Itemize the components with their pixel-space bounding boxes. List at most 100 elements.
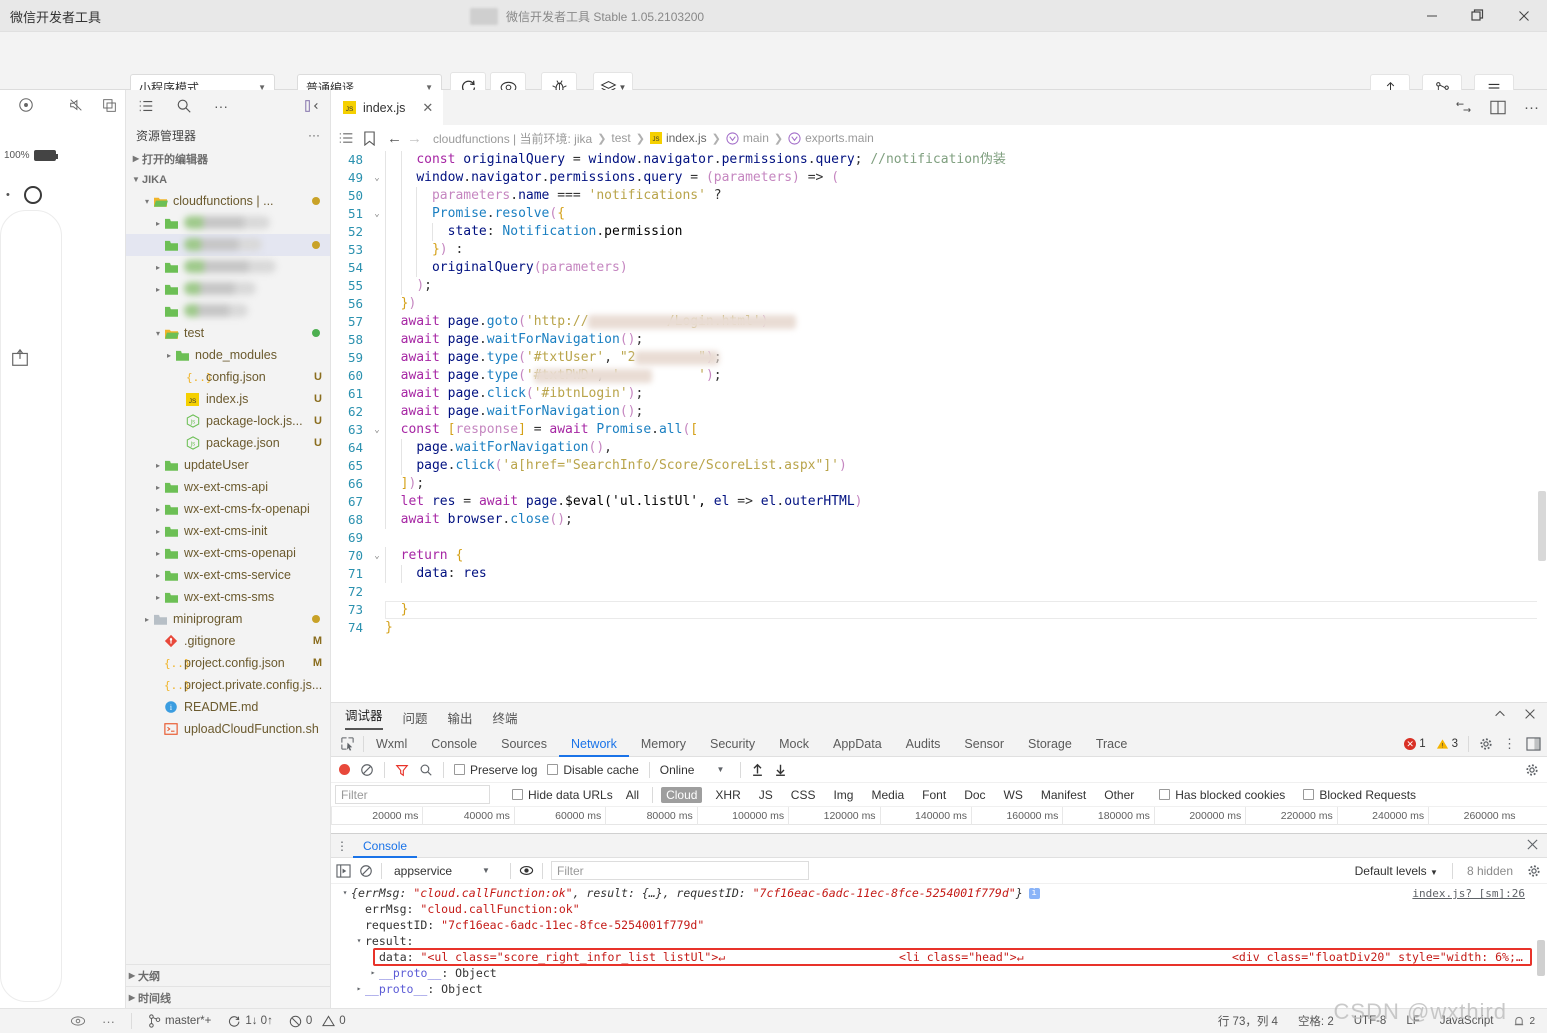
tree-row-readme-md[interactable]: i README.md bbox=[126, 696, 330, 718]
tree-row[interactable] bbox=[126, 300, 330, 322]
section-open-editors[interactable]: ▶ 打开的编辑器 bbox=[126, 148, 330, 169]
close-button[interactable] bbox=[1501, 0, 1547, 32]
console-filter-input[interactable]: Filter bbox=[551, 861, 809, 880]
breadcrumb-item-2[interactable]: JS index.js bbox=[649, 131, 707, 145]
devtools-cn-tab-调试器[interactable]: 调试器 bbox=[345, 705, 383, 730]
devtools-tab-appdata[interactable]: AppData bbox=[821, 731, 894, 757]
status-encoding[interactable]: UTF-8 bbox=[1354, 1015, 1387, 1027]
network-filter-input[interactable]: Filter bbox=[335, 785, 490, 804]
status-eye-icon[interactable] bbox=[70, 1014, 86, 1028]
console-hidden-count[interactable]: 8 hidden bbox=[1467, 864, 1513, 878]
breadcrumb-item-0[interactable]: cloudfunctions | 当前环境: jika bbox=[433, 130, 592, 147]
resource-type-other[interactable]: Other bbox=[1099, 787, 1139, 803]
back-icon[interactable]: ← bbox=[387, 130, 402, 147]
import-har-icon[interactable] bbox=[751, 763, 764, 777]
console-context-select[interactable]: appservice ▼ bbox=[390, 864, 502, 878]
tree-row-uploadcloudfunction-sh[interactable]: uploadCloudFunction.sh bbox=[126, 718, 330, 740]
resource-type-css[interactable]: CSS bbox=[786, 787, 821, 803]
network-settings-gear-icon[interactable] bbox=[1525, 763, 1539, 777]
dock-side-icon[interactable] bbox=[1526, 737, 1541, 751]
devtools-cn-tab-终端[interactable]: 终端 bbox=[493, 708, 518, 727]
resource-type-media[interactable]: Media bbox=[866, 787, 909, 803]
breadcrumb-item-1[interactable]: test bbox=[611, 131, 630, 145]
bookmark-icon[interactable] bbox=[363, 130, 376, 146]
tree-row-wx-ext-cms-service[interactable]: ▸ wx-ext-cms-service bbox=[126, 564, 330, 586]
devtools-tab-network[interactable]: Network bbox=[559, 731, 629, 757]
tree-row-index-js[interactable]: JS index.js U bbox=[126, 388, 330, 410]
status-eol[interactable]: LF bbox=[1406, 1015, 1419, 1027]
search-icon[interactable] bbox=[176, 98, 192, 114]
console-eye-icon[interactable] bbox=[519, 863, 534, 878]
blocked-requests-checkbox[interactable]: Blocked Requests bbox=[1303, 788, 1416, 802]
tree-row-cloudfunctions-[interactable]: ▾ cloudfunctions | ... bbox=[126, 190, 330, 212]
export-har-icon[interactable] bbox=[774, 763, 787, 777]
clear-console-icon[interactable] bbox=[359, 864, 373, 878]
search-network-icon[interactable] bbox=[419, 763, 433, 777]
tab-index-js[interactable]: JS index.js ✕ bbox=[331, 90, 444, 125]
resource-type-xhr[interactable]: XHR bbox=[710, 787, 745, 803]
editor-scrollbar-thumb[interactable] bbox=[1538, 491, 1546, 561]
drawer-close-icon[interactable] bbox=[1526, 838, 1539, 851]
inspect-element-icon[interactable] bbox=[331, 736, 363, 751]
status-indentation[interactable]: 空格: 2 bbox=[1298, 1013, 1334, 1029]
clear-network-icon[interactable] bbox=[360, 763, 374, 777]
resource-type-doc[interactable]: Doc bbox=[959, 787, 990, 803]
resource-type-cloud[interactable]: Cloud bbox=[661, 786, 703, 803]
throttling-select[interactable]: Online ▼ bbox=[660, 763, 725, 777]
status-branch[interactable]: master*+ bbox=[148, 1014, 211, 1028]
drawer-more-icon[interactable]: ⋮ bbox=[331, 839, 353, 853]
settings-gear-icon[interactable] bbox=[1479, 737, 1493, 751]
devtools-cn-tab-问题[interactable]: 问题 bbox=[403, 708, 428, 727]
status-problems[interactable]: 0 0 bbox=[289, 1015, 346, 1028]
console-levels-select[interactable]: Default levels ▼ bbox=[1355, 864, 1438, 878]
devtools-tab-trace[interactable]: Trace bbox=[1084, 731, 1140, 757]
fold-toggle-icon[interactable]: ⌄ bbox=[369, 205, 385, 223]
files-icon[interactable] bbox=[138, 98, 154, 114]
simulator-home-icon[interactable] bbox=[23, 186, 42, 204]
split-editor-icon[interactable] bbox=[1490, 100, 1506, 115]
resource-type-img[interactable]: Img bbox=[828, 787, 858, 803]
resource-type-js[interactable]: JS bbox=[754, 787, 778, 803]
disable-cache-checkbox[interactable]: Disable cache bbox=[547, 763, 639, 777]
expand-toggle-right-icon[interactable]: ▸ bbox=[353, 981, 365, 997]
expand-toggle-right-icon[interactable]: ▸ bbox=[367, 965, 379, 981]
info-badge[interactable]: i bbox=[1028, 887, 1040, 899]
tree-row-wx-ext-cms-sms[interactable]: ▸ wx-ext-cms-sms bbox=[126, 586, 330, 608]
tree-row-miniprogram[interactable]: ▸ miniprogram bbox=[126, 608, 330, 630]
tree-row[interactable]: ▸ bbox=[126, 256, 330, 278]
tree-row[interactable]: ▸ bbox=[126, 278, 330, 300]
devtools-tab-sources[interactable]: Sources bbox=[489, 731, 559, 757]
devtools-tab-mock[interactable]: Mock bbox=[767, 731, 821, 757]
status-sync[interactable]: 1↓ 0↑ bbox=[227, 1014, 273, 1028]
resource-type-manifest[interactable]: Manifest bbox=[1036, 787, 1091, 803]
preserve-log-checkbox[interactable]: Preserve log bbox=[454, 763, 537, 777]
tree-row-wx-ext-cms-openapi[interactable]: ▸ wx-ext-cms-openapi bbox=[126, 542, 330, 564]
resource-type-ws[interactable]: WS bbox=[999, 787, 1028, 803]
code-editor[interactable]: 48 const originalQuery = window.navigato… bbox=[331, 151, 1547, 702]
tree-row-wx-ext-cms-api[interactable]: ▸ wx-ext-cms-api bbox=[126, 476, 330, 498]
tree-row-config-json[interactable]: {..} config.json U bbox=[126, 366, 330, 388]
simulator-share-button[interactable] bbox=[10, 348, 30, 368]
devtools-tab-sensor[interactable]: Sensor bbox=[952, 731, 1016, 757]
devtools-tab-console[interactable]: Console bbox=[419, 731, 489, 757]
tree-row-wx-ext-cms-init[interactable]: ▸ wx-ext-cms-init bbox=[126, 520, 330, 542]
devtools-tab-wxml[interactable]: Wxml bbox=[364, 731, 419, 757]
tree-row[interactable]: ▸ bbox=[126, 212, 330, 234]
section-project-root[interactable]: ▼ JIKA bbox=[126, 169, 330, 190]
status-more-icon[interactable]: ··· bbox=[102, 1014, 115, 1029]
fold-toggle-icon[interactable]: ⌄ bbox=[369, 547, 385, 565]
tree-row-node-modules[interactable]: ▸ node_modules bbox=[126, 344, 330, 366]
console-sidebar-icon[interactable] bbox=[336, 863, 351, 878]
tree-row-project-config-json[interactable]: {..} project.config.json M bbox=[126, 652, 330, 674]
outline-icon[interactable] bbox=[339, 131, 354, 145]
devtools-tab-security[interactable]: Security bbox=[698, 731, 767, 757]
explorer-more-icon[interactable]: ··· bbox=[308, 128, 320, 142]
section-timeline[interactable]: ▶ 时间线 bbox=[126, 986, 331, 1008]
more-icon[interactable]: ··· bbox=[214, 98, 228, 114]
tree-row-package-json[interactable]: js package.json U bbox=[126, 432, 330, 454]
record-network-icon[interactable] bbox=[339, 764, 350, 775]
mute-icon[interactable] bbox=[68, 97, 84, 113]
devtools-cn-tab-输出[interactable]: 输出 bbox=[448, 708, 473, 727]
drawer-tab-console[interactable]: Console bbox=[353, 834, 417, 858]
tree-row-test[interactable]: ▾ test bbox=[126, 322, 330, 344]
